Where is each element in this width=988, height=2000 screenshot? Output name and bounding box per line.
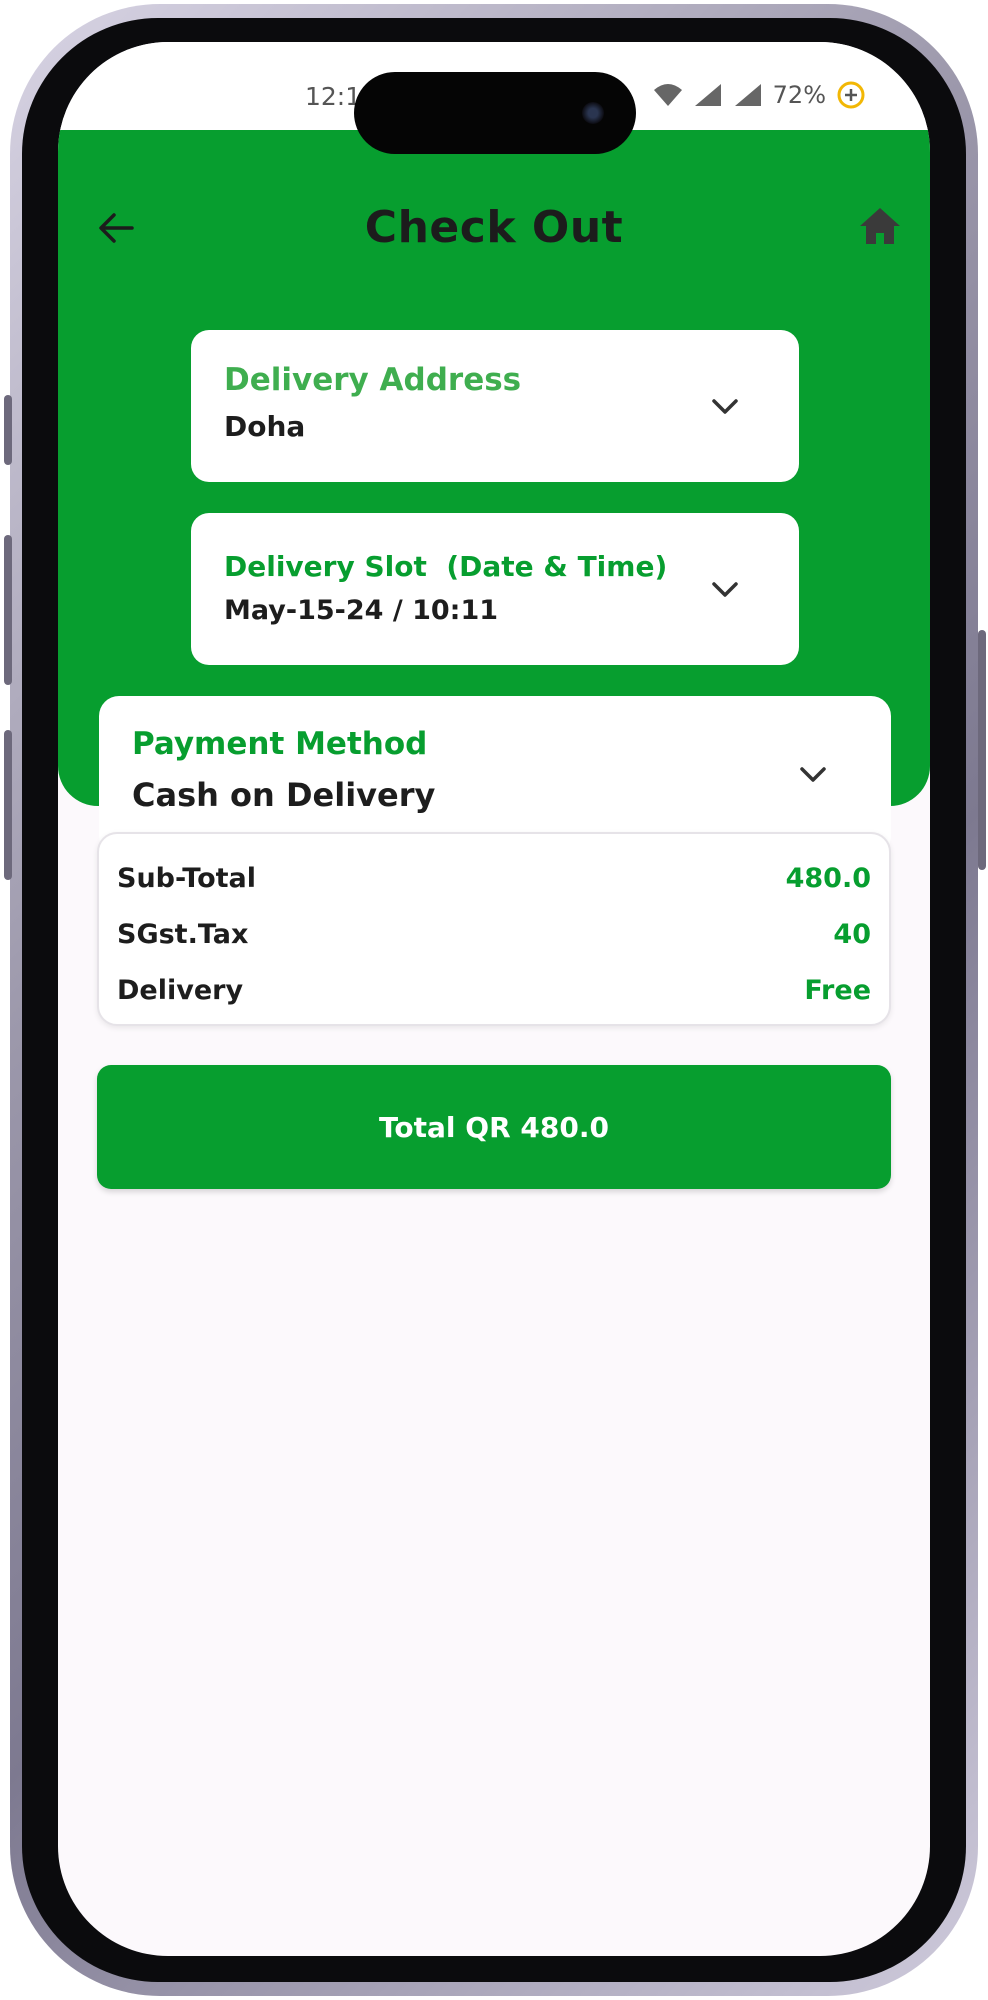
- chevron-down-icon[interactable]: [799, 766, 827, 784]
- payment-method-label: Payment Method: [132, 726, 428, 762]
- status-time: 12:1: [305, 82, 362, 111]
- total-checkout-button[interactable]: Total QR 480.0: [97, 1065, 891, 1189]
- summary-row-subtotal: Sub-Total 480.0: [117, 858, 871, 898]
- volume-up-button: [4, 535, 12, 685]
- battery-percent: 72%: [772, 81, 826, 109]
- delivery-address-value: Doha: [224, 410, 306, 443]
- summary-row-delivery: Delivery Free: [117, 970, 871, 1010]
- summary-row-tax: SGst.Tax 40: [117, 914, 871, 954]
- delivery-slot-label: Delivery Slot (Date & Time): [224, 550, 668, 583]
- delivery-address-card[interactable]: Delivery Address Doha: [191, 330, 799, 482]
- delivery-label: Delivery: [117, 974, 244, 1006]
- tax-label: SGst.Tax: [117, 918, 249, 950]
- subtotal-label: Sub-Total: [117, 862, 256, 894]
- power-button: [978, 630, 986, 870]
- page-title: Check Out: [364, 202, 624, 253]
- status-icons: 72%: [653, 80, 866, 110]
- payment-method-value: Cash on Delivery: [132, 776, 436, 814]
- chevron-down-icon[interactable]: [711, 581, 739, 599]
- app-screen: 12:1 72% Check Out Delivery Address Doha…: [58, 42, 930, 1956]
- front-camera-icon: [582, 102, 604, 124]
- delivery-slot-value: May-15-24 / 10:11: [224, 595, 499, 626]
- volume-down-button: [4, 730, 12, 880]
- header: Check Out Delivery Address Doha Delivery…: [58, 130, 930, 856]
- wifi-icon: [653, 84, 682, 106]
- signal-icon-2: [734, 84, 761, 106]
- dynamic-island: [354, 72, 636, 154]
- home-icon[interactable]: [858, 206, 902, 246]
- delivery-slot-card[interactable]: Delivery Slot (Date & Time) May-15-24 / …: [191, 513, 799, 665]
- subtotal-value: 480.0: [785, 862, 871, 894]
- tax-value: 40: [833, 918, 871, 950]
- price-summary: Sub-Total 480.0 SGst.Tax 40 Delivery Fre…: [97, 832, 891, 1026]
- chevron-down-icon[interactable]: [711, 398, 739, 416]
- delivery-address-label: Delivery Address: [224, 362, 522, 398]
- action-button: [4, 395, 12, 465]
- battery-saver-icon: [837, 81, 865, 109]
- signal-icon: [694, 84, 721, 106]
- delivery-value: Free: [804, 974, 871, 1006]
- total-button-label: Total QR 480.0: [379, 1110, 609, 1144]
